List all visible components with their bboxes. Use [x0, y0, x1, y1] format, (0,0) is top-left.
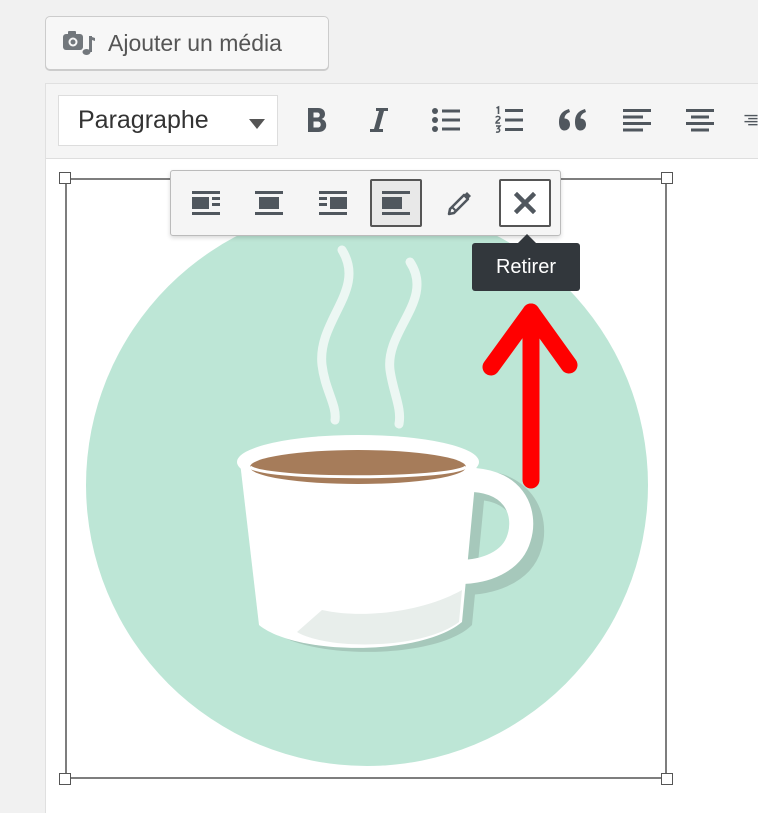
image-align-left-icon	[192, 191, 220, 215]
image-remove-button[interactable]	[499, 179, 551, 227]
pencil-icon	[447, 192, 471, 216]
close-icon	[514, 192, 536, 214]
numbered-list-icon	[495, 105, 523, 133]
image-align-right-icon	[319, 191, 347, 215]
bulleted-list-button[interactable]	[426, 100, 466, 140]
resize-handle-top-right[interactable]	[661, 172, 673, 184]
image-inline-toolbar	[170, 170, 561, 236]
align-left-button[interactable]	[617, 100, 657, 140]
bullet-list-icon	[432, 108, 460, 132]
resize-handle-bottom-left[interactable]	[59, 773, 71, 785]
image-align-center-icon	[255, 191, 283, 215]
align-center-icon	[686, 109, 714, 132]
italic-button[interactable]	[359, 100, 399, 140]
tooltip-text: Retirer	[495, 255, 556, 278]
image-edit-button[interactable]	[434, 179, 486, 227]
numbered-list-button[interactable]	[489, 100, 529, 140]
align-center-button[interactable]	[680, 100, 720, 140]
caret-down-icon	[249, 116, 265, 134]
bold-button[interactable]	[297, 100, 337, 140]
align-left-icon	[623, 109, 651, 132]
align-right-icon	[744, 114, 758, 126]
image-align-right-button[interactable]	[307, 179, 359, 227]
add-media-button[interactable]: Ajouter un média	[45, 16, 329, 70]
format-select[interactable]: Paragraphe	[58, 95, 278, 146]
image-align-left-button[interactable]	[180, 179, 232, 227]
image-align-none-icon	[382, 191, 410, 215]
image-align-none-button[interactable]	[370, 179, 422, 227]
resize-handle-bottom-right[interactable]	[661, 773, 673, 785]
remove-tooltip: Retirer	[472, 243, 580, 291]
resize-handle-top-left[interactable]	[59, 172, 71, 184]
align-right-button[interactable]	[736, 100, 758, 140]
bold-icon	[308, 108, 327, 132]
add-media-label: Ajouter un média	[108, 29, 282, 56]
editor-toolbar: Paragraphe	[46, 84, 758, 159]
image-align-center-button[interactable]	[243, 179, 295, 227]
camera-music-icon	[62, 28, 96, 58]
quote-icon	[559, 109, 586, 131]
blockquote-button[interactable]	[553, 100, 593, 140]
tooltip-arrow	[518, 234, 536, 243]
format-select-value: Paragraphe	[78, 106, 209, 134]
italic-icon	[370, 108, 388, 132]
